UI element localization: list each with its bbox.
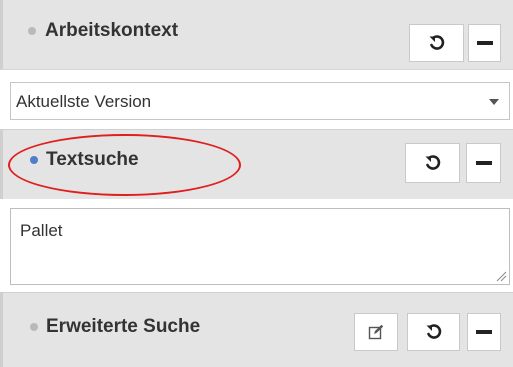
panel-edge [0, 293, 3, 367]
text-search-value: Pallet [20, 221, 63, 240]
collapse-button[interactable] [466, 143, 501, 183]
status-dot-icon [28, 27, 36, 35]
panel-title-arbeitskontext: Arbeitskontext [45, 20, 179, 41]
resize-grip-icon[interactable] [496, 271, 507, 282]
collapse-button[interactable] [468, 24, 501, 62]
reset-icon [425, 155, 440, 170]
minus-icon [476, 41, 493, 45]
panel-textsuche-header: Textsuche [0, 129, 513, 199]
panel-title-textsuche: Textsuche [46, 149, 139, 170]
panel-title-erweiterte-suche: Erweiterte Suche [46, 316, 201, 337]
collapse-button[interactable] [467, 313, 501, 351]
reset-icon [426, 324, 441, 339]
panel-arbeitskontext-header: Arbeitskontext [0, 0, 513, 70]
panel-erweiterte-suche-header: Erweiterte Suche [0, 292, 513, 367]
text-search-input[interactable]: Pallet [10, 208, 510, 285]
panel-edge [0, 130, 3, 199]
status-dot-icon [30, 323, 38, 331]
minus-icon [476, 330, 492, 334]
reset-button[interactable] [407, 313, 460, 351]
edit-icon [368, 324, 384, 340]
reset-button[interactable] [405, 143, 460, 183]
minus-icon [475, 161, 492, 165]
reset-button[interactable] [409, 24, 464, 62]
edit-button[interactable] [354, 313, 398, 351]
active-dot-icon [30, 156, 38, 164]
version-select[interactable]: Aktuellste Version [10, 82, 510, 120]
reset-icon [429, 35, 444, 50]
caret-down-icon [489, 99, 499, 105]
version-select-value: Aktuellste Version [16, 92, 152, 111]
panel-edge [0, 0, 3, 69]
